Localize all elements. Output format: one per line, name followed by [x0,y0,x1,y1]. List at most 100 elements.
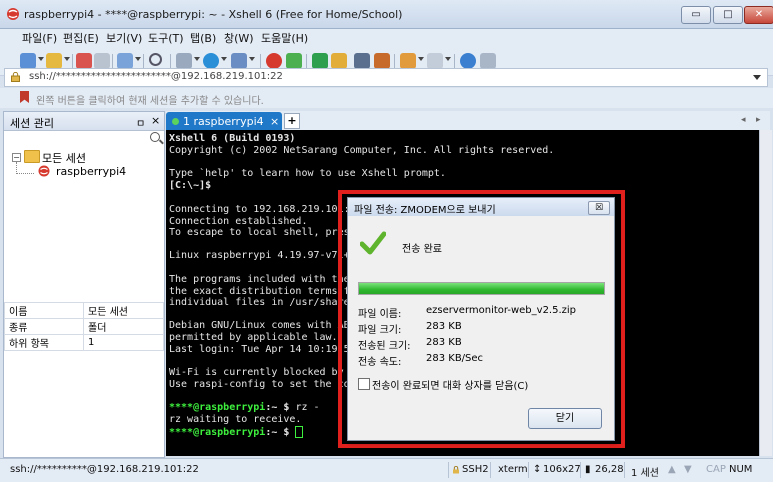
comment-icon[interactable] [480,53,496,69]
script-dropdown-icon[interactable] [418,57,424,61]
close-tab-icon[interactable]: × [270,115,279,128]
status-separator [580,462,581,478]
chevron-down-icon[interactable] [753,75,761,80]
tree-item-raspberrypi4[interactable]: raspberrypi4 [56,165,126,178]
table-row: 종류 폴더 [4,318,164,335]
tab-scroll-right-icon[interactable]: ▸ [756,115,761,125]
dialog-titlebar: 파일 전송: ZMODEM으로 보내기 ☒ [348,198,614,216]
prompt-suffix: :~ $ [265,427,296,438]
highlight-icon[interactable] [374,53,390,69]
status-separator [624,462,625,478]
close-icon[interactable]: × [151,114,160,127]
session-panel-title: 세션 관리 [10,117,54,130]
terminal-line: Type `help' to learn how to use Xshell p… [169,168,446,179]
close-on-complete-checkbox[interactable] [358,378,370,390]
status-num: NUM [729,464,753,475]
disconnect-icon[interactable] [94,53,110,69]
menu-help[interactable]: 도움말(H) [259,29,310,49]
tab-label: 1 raspberrypi4 [183,115,264,128]
terminal-line: Wi-Fi is currently blocked by rf [169,367,362,378]
terminal-prompt-line: ****@raspberrypi:~ $ rz - [169,402,320,413]
property-name: 이름 [4,302,84,319]
terminal-line: Xshell 6 (Build 0193) [169,133,296,144]
keyboard-icon[interactable] [354,53,370,69]
menu-tab[interactable]: 탭(B) [188,29,218,49]
terminal-scrollbar[interactable] [759,130,772,456]
transfer-icon[interactable] [176,53,192,69]
font-dropdown-icon[interactable] [249,57,255,61]
status-protocol: SSH2 [462,464,489,475]
layout-dropdown-icon[interactable] [445,57,451,61]
terminal-line: the exact distribution terms for [169,286,362,297]
add-tab-button[interactable]: + [284,113,300,129]
status-terminal-type: xterm [498,464,528,475]
new-session-dropdown-icon[interactable] [38,57,44,61]
close-on-complete-label[interactable]: 전송이 완료되면 대화 상자를 닫음(C) [372,377,528,392]
cursor-position-icon: ▮ [585,464,591,475]
menu-tools[interactable]: 도구(T) [146,29,186,49]
property-name: 하위 항목 [4,334,84,351]
bookmark-icon[interactable] [20,91,29,103]
terminal-line: Connection established. [169,216,308,227]
property-value: 1 [83,334,164,351]
properties-icon[interactable] [117,53,133,69]
globe-dropdown-icon[interactable] [221,57,227,61]
terminal-line: Copyright (c) 2002 NetSarang Computer, I… [169,145,555,156]
prompt-user: ****@raspberrypi [169,427,266,438]
menu-edit[interactable]: 편집(E) [61,29,101,49]
reconnect-icon[interactable] [76,53,92,69]
transfer-progress-bar [358,282,605,295]
table-row: 이름 모든 세션 [4,302,164,319]
minimize-button[interactable]: ▭ [681,6,711,24]
transferred-size-value: 283 KB [426,337,462,348]
arrow-down-icon: ▼ [684,464,692,475]
lock-icon [11,72,20,82]
properties-dropdown-icon[interactable] [135,57,141,61]
tree-item-all-sessions[interactable]: 모든 세션 [42,150,86,166]
arrow-up-icon: ▲ [668,464,676,475]
terminal-prompt-line: ****@raspberrypi:~ $ [169,426,304,438]
check-icon [360,231,386,255]
status-size: 106x27 [543,464,581,475]
script-icon[interactable] [400,53,416,69]
terminal-line: To escape to local shell, press [169,227,356,238]
help-icon[interactable] [460,53,476,69]
file-size-label: 파일 크기: [358,325,402,336]
menu-file[interactable]: 파일(F) [20,29,59,49]
property-value: 모든 세션 [83,302,164,319]
menu-view[interactable]: 보기(V) [104,29,144,49]
fullscreen-icon[interactable] [312,53,328,69]
terminal-line: Connecting to 192.168.219.101:2 [169,204,356,215]
xshell-icon[interactable] [266,53,282,69]
terminal-line: Linux raspberrypi 4.19.97-v7l+ # [169,250,362,261]
tree-expander-icon[interactable]: − [12,153,21,162]
close-window-button[interactable]: ✕ [744,6,773,24]
address-input[interactable]: ssh://***********************@192.168.21… [29,71,283,82]
lock-session-icon[interactable] [331,53,347,69]
layout-icon[interactable] [427,53,443,69]
dialog-close-button[interactable]: ☒ [588,201,610,215]
address-bar[interactable]: ssh://***********************@192.168.21… [4,68,768,87]
tab-raspberrypi4[interactable]: 1 raspberrypi4 × [166,112,282,130]
new-session-icon[interactable] [20,53,36,69]
xftp-icon[interactable] [286,53,302,69]
transfer-dropdown-icon[interactable] [194,57,200,61]
maximize-button[interactable]: □ [713,6,743,24]
property-value: 폴더 [83,318,164,335]
status-bar: ssh://**********@192.168.219.101:22 SSH2… [0,458,773,482]
transfer-speed-value: 283 KB/Sec [426,353,484,364]
session-panel-header: 세션 관리 ㅁ × [4,112,164,131]
ssh-lock-icon [453,466,459,474]
open-dropdown-icon[interactable] [64,57,70,61]
open-folder-icon[interactable] [46,53,62,69]
session-manager-panel: 세션 관리 ㅁ × − 모든 세션 raspberrypi4 이름 모든 세션 … [3,111,165,458]
font-icon[interactable] [231,53,247,69]
menu-window[interactable]: 창(W) [222,29,256,49]
close-button[interactable]: 닫기 [528,408,602,429]
dialog-title: 파일 전송: ZMODEM으로 보내기 [354,205,496,216]
title-bar: raspberrypi4 - ****@raspberrypi: ~ - Xsh… [0,0,773,29]
tab-scroll-left-icon[interactable]: ◂ [741,115,746,125]
find-icon[interactable] [149,53,162,66]
globe-icon[interactable] [203,53,219,69]
pin-icon[interactable]: ㅁ [136,115,145,130]
